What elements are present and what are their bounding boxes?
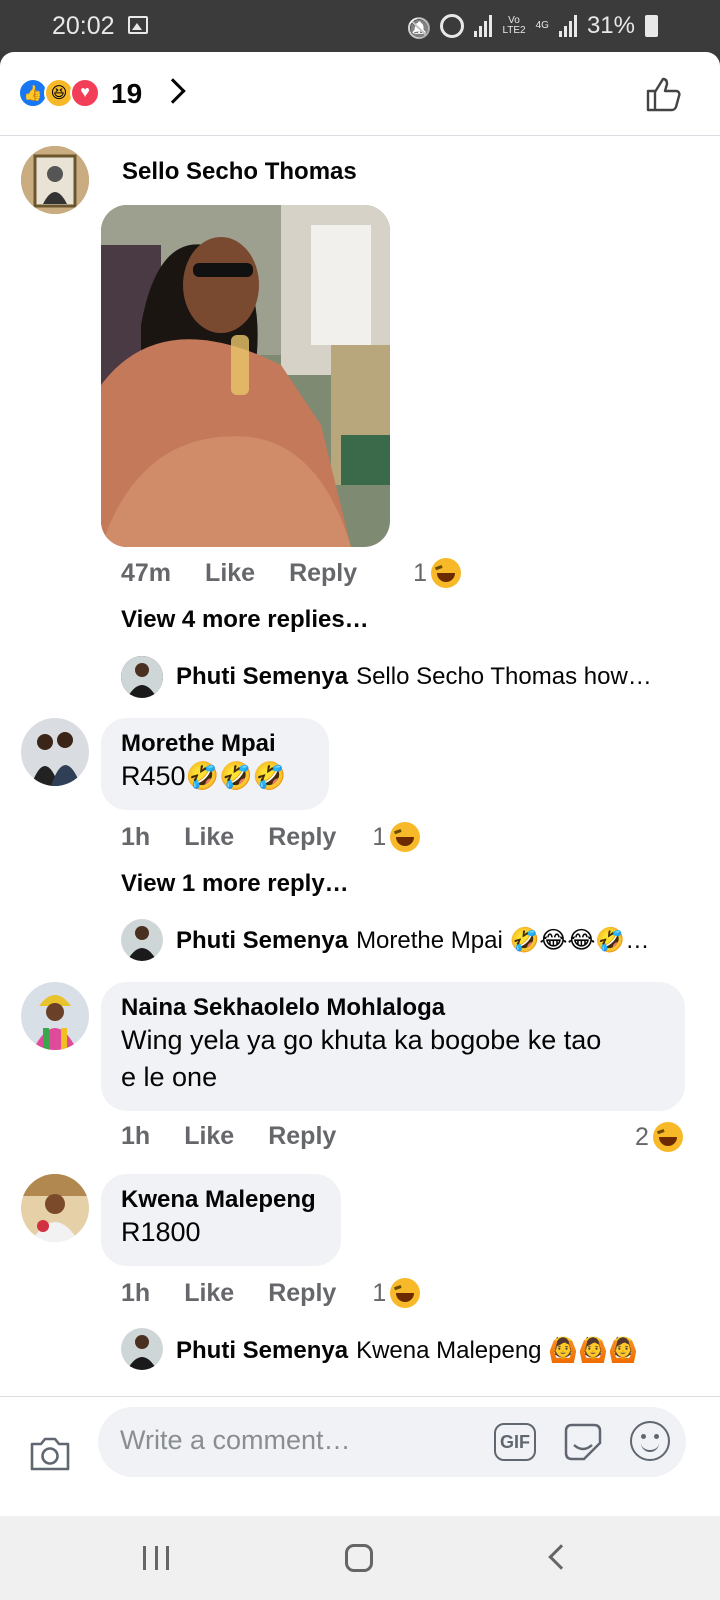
status-bar: 20:02 VoLTE2 4G 31% [0,0,720,52]
comment-time: 1h [121,822,151,851]
gallery-notification-icon [128,16,148,34]
haha-icon [431,558,462,588]
reply-button[interactable]: Reply [289,559,357,588]
reply-text: Sello Secho Thomas how… [356,663,652,690]
reaction-icons: 👍 😆 ♥ [18,78,100,108]
reply-author: Phuti Semenya [176,1336,349,1364]
avatar[interactable] [21,718,89,786]
like-button[interactable]: Like [205,559,255,588]
reply-preview[interactable]: Phuti Semenya Kwena Malepeng 🙆🙆🙆 [176,1336,638,1365]
signal-icon [474,15,493,37]
reply-author: Phuti Semenya [176,663,349,690]
avatar[interactable] [21,146,89,214]
comment-actions: 1h Like Reply 1 [121,822,421,852]
sticker-icon[interactable] [562,1421,604,1463]
comment-placeholder: Write a comment… [120,1425,351,1455]
comment-text-line-1: Wing yela ya go khuta ka bogobe ke tao [121,1025,602,1055]
comment-actions: 47m Like Reply 1 [121,558,462,588]
reaction-count: 2 [635,1122,649,1151]
volte-bottom: LTE2 [502,25,526,36]
reply-preview[interactable]: Phuti Semenya Sello Secho Thomas how… [176,663,652,691]
view-more-replies[interactable]: View 1 more reply… [121,870,349,898]
comment-text-line-2: e le one [121,1062,218,1092]
avatar[interactable] [121,919,163,961]
commenter-name[interactable]: Sello Secho Thomas [122,158,357,186]
comment-time: 47m [121,558,172,587]
volte-icon: Vo LTE2 [502,16,525,36]
reply-button[interactable]: Reply [268,1122,336,1151]
like-button[interactable]: Like [184,823,234,852]
signal-2-icon [558,15,577,37]
commenter-name[interactable]: Kwena Malepeng [121,1186,321,1214]
reply-preview[interactable]: Phuti Semenya Morethe Mpai 🤣😂😂🤣… [176,926,649,955]
comment-bubble[interactable]: Naina Sekhaolelo Mohlaloga Wing yela ya … [101,982,685,1111]
haha-icon [390,1278,421,1308]
reaction-count[interactable]: 1 [372,823,386,852]
back-icon[interactable] [548,1544,574,1570]
love-icon: ♥ [70,78,100,108]
comment-actions: 1h Like Reply 1 [121,1278,421,1308]
comment-time: 1h [121,1122,151,1150]
comment-text: R1800 [121,1217,201,1247]
hotspot-icon [440,14,465,38]
reaction-count[interactable]: 1 [372,1279,386,1308]
thumbs-up-icon[interactable] [644,74,684,114]
battery-icon [645,15,658,37]
avatar[interactable] [121,1328,163,1370]
reply-text: Kwena Malepeng 🙆🙆🙆 [356,1337,638,1364]
reactions-header[interactable]: 👍 😆 ♥ 19 [0,52,720,136]
reply-button[interactable]: Reply [268,823,336,852]
reply-author: Phuti Semenya [176,926,349,954]
reaction-count[interactable]: 1 [413,559,427,588]
mute-icon [406,14,430,38]
comment-input[interactable]: Write a comment… GIF [98,1407,686,1477]
comment-actions: 1h Like Reply [121,1122,336,1151]
status-icons: VoLTE2 4G 31% [406,12,658,40]
comment-bubble[interactable]: Kwena Malepeng R1800 [101,1174,341,1266]
comment-reactions[interactable]: 2 [635,1122,683,1152]
comment-bubble[interactable]: Morethe Mpai R450🤣🤣🤣 [101,718,329,810]
avatar[interactable] [121,656,163,698]
comment-photo[interactable] [101,205,390,547]
avatar[interactable] [21,982,89,1050]
reply-button[interactable]: Reply [268,1279,336,1308]
gif-button[interactable]: GIF [494,1423,536,1461]
haha-icon [652,1122,683,1152]
comment-composer: Write a comment… GIF [0,1396,720,1516]
commenter-name[interactable]: Morethe Mpai [121,730,309,758]
comments-sheet: 👍 😆 ♥ 19 Sello Secho Thomas 47m Like Rep… [0,52,720,1516]
view-more-replies[interactable]: View 4 more replies… [121,606,369,634]
status-time: 20:02 [52,12,115,40]
haha-icon [390,822,421,852]
commenter-name[interactable]: Naina Sekhaolelo Mohlaloga [121,994,665,1022]
chevron-right-icon [160,78,186,104]
emoji-icon[interactable] [630,1421,670,1461]
like-button[interactable]: Like [184,1279,234,1308]
avatar[interactable] [21,1174,89,1242]
comment-time: 1h [121,1278,151,1307]
home-icon[interactable] [345,1544,373,1572]
comment-text: R450🤣🤣🤣 [121,761,287,791]
reply-text: Morethe Mpai 🤣😂😂🤣… [356,927,650,954]
camera-icon[interactable] [28,1431,72,1475]
system-nav-bar [0,1516,720,1600]
reaction-count: 19 [111,78,143,109]
battery-percent: 31% [586,12,635,39]
like-button[interactable]: Like [184,1122,234,1151]
network-4g-icon: 4G [535,20,549,31]
recent-apps-icon[interactable] [143,1546,169,1570]
